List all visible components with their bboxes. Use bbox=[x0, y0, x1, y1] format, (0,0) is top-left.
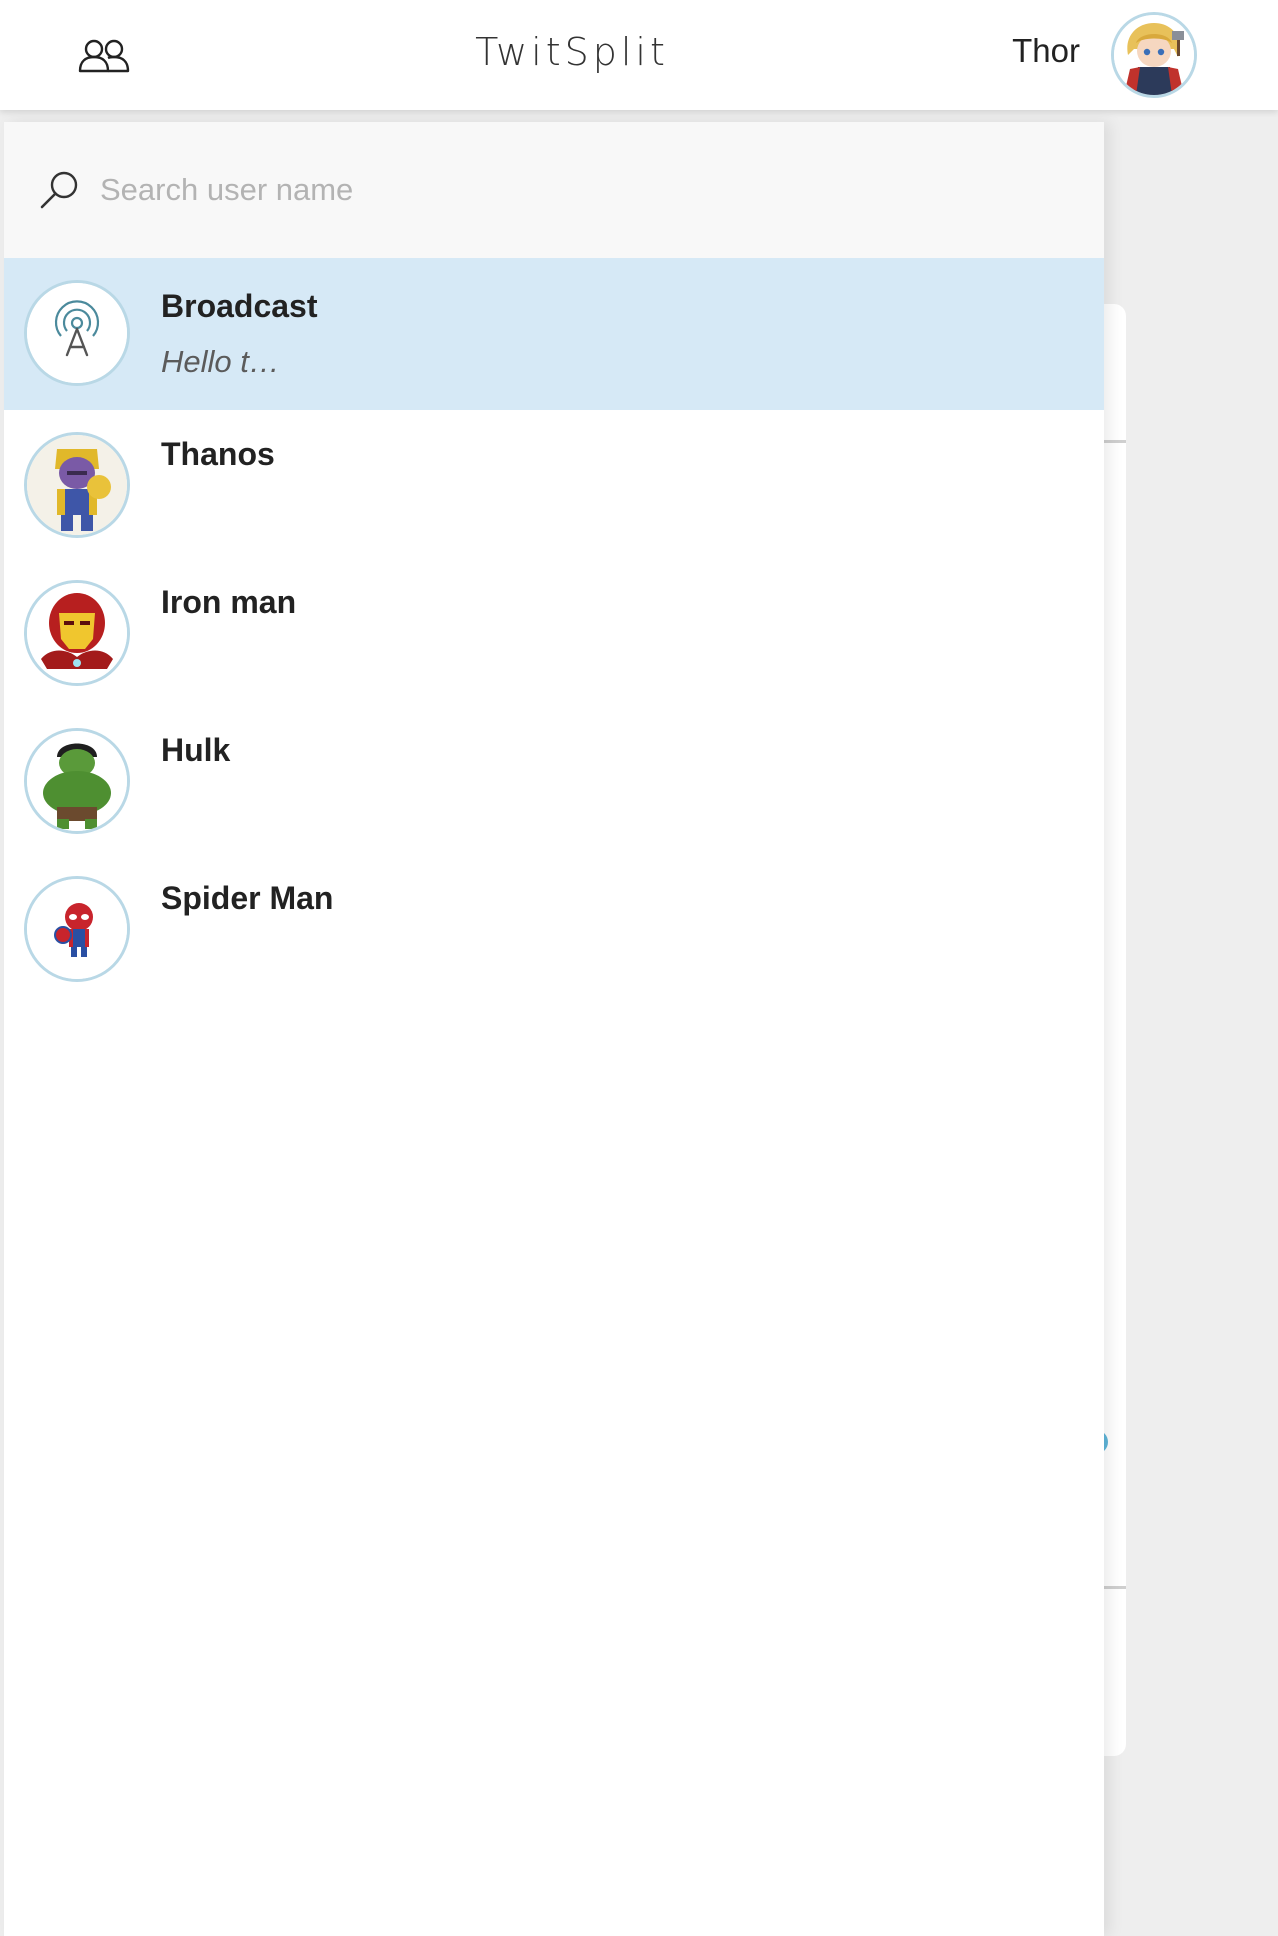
search-bar bbox=[4, 122, 1104, 258]
list-item-hulk[interactable]: Hulk bbox=[4, 706, 1104, 854]
avatar bbox=[24, 580, 130, 686]
thor-avatar-icon bbox=[1114, 15, 1194, 95]
current-user-avatar[interactable] bbox=[1111, 12, 1197, 98]
app-title: TwitSplit bbox=[475, 30, 669, 74]
top-bar: TwitSplit Thor bbox=[0, 0, 1278, 110]
iron-man-avatar-icon bbox=[27, 583, 127, 683]
avatar bbox=[24, 728, 130, 834]
conversation-name: Hulk bbox=[161, 732, 231, 768]
conversation-list: Broadcast Hello t… Thanos Iron man Hulk … bbox=[4, 258, 1104, 1002]
avatar bbox=[24, 432, 130, 538]
thanos-avatar-icon bbox=[27, 435, 127, 535]
conversation-name: Broadcast bbox=[161, 288, 318, 324]
avatar bbox=[24, 876, 130, 982]
hulk-avatar-icon bbox=[27, 731, 127, 831]
user-drawer: Broadcast Hello t… Thanos bbox=[4, 122, 1104, 1936]
avatar bbox=[24, 280, 130, 386]
broadcast-tower-icon bbox=[27, 283, 127, 383]
search-icon bbox=[40, 171, 78, 209]
list-item-broadcast[interactable]: Broadcast Hello t… bbox=[4, 258, 1104, 410]
conversation-name: Thanos bbox=[161, 436, 275, 472]
current-user-name: Thor bbox=[1012, 32, 1080, 69]
list-item-thanos[interactable]: Thanos bbox=[4, 410, 1104, 558]
list-item-spider-man[interactable]: Spider Man bbox=[4, 854, 1104, 1002]
search-input[interactable] bbox=[100, 160, 1060, 220]
conversation-name: Iron man bbox=[161, 584, 297, 620]
spider-man-avatar-icon bbox=[27, 879, 127, 979]
list-item-iron-man[interactable]: Iron man bbox=[4, 558, 1104, 706]
conversation-preview: Hello t… bbox=[161, 344, 280, 379]
conversation-name: Spider Man bbox=[161, 880, 334, 916]
